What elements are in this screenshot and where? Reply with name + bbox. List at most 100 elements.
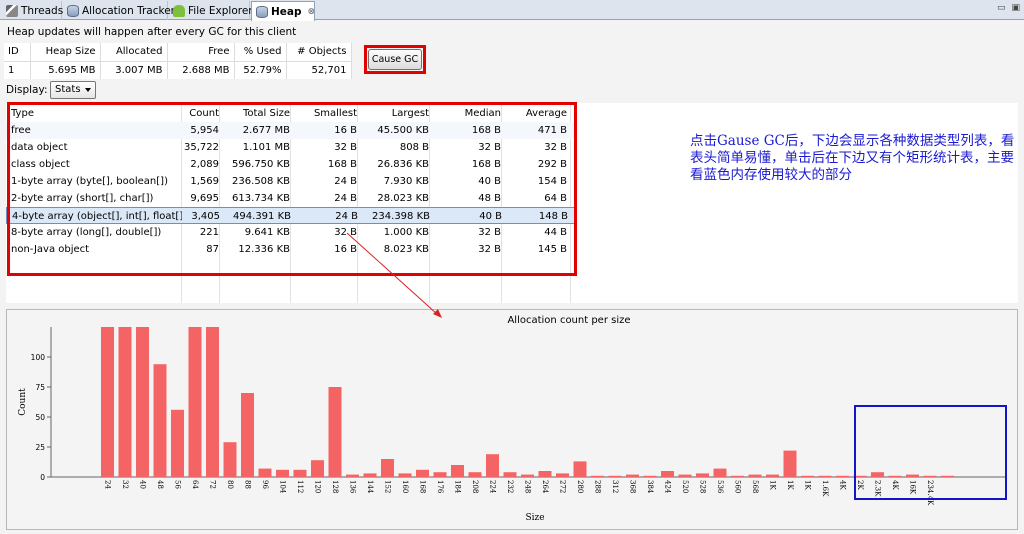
- maximize-icon[interactable]: ▣: [1011, 3, 1020, 13]
- x-tick-label: 128: [331, 480, 339, 493]
- x-tick-label: 32: [121, 480, 129, 489]
- chart-title: Allocation count per size: [507, 315, 630, 326]
- bar: [206, 327, 219, 477]
- x-tick-label: 64: [191, 480, 199, 489]
- x-tick-label: 56: [174, 480, 182, 489]
- bar: [591, 475, 604, 477]
- threads-icon: [6, 4, 18, 17]
- heap-stats-table: ID Heap Size Allocated Free % Used # Obj…: [4, 43, 352, 79]
- bar: [836, 475, 849, 477]
- tab-bar: Threads Allocation Tracker File Explorer…: [0, 0, 1024, 21]
- x-axis-title: Size: [525, 513, 544, 523]
- x-tick-label: 536: [716, 480, 724, 494]
- minimize-icon[interactable]: ▭: [997, 3, 1006, 13]
- stats-value: 2.688 MB: [167, 60, 235, 79]
- x-tick-label: 4K: [839, 480, 847, 490]
- x-tick-label: 24: [104, 480, 112, 489]
- heap-update-info: Heap updates will happen after every GC …: [7, 26, 297, 38]
- bar: [363, 473, 377, 477]
- bar: [433, 472, 447, 477]
- x-tick-label: 144: [366, 480, 374, 494]
- x-tick-label: 248: [524, 480, 532, 493]
- x-tick-label: 272: [559, 480, 567, 493]
- y-tick-label: 100: [31, 353, 46, 362]
- display-selected-value: Stats: [55, 84, 81, 95]
- bar: [293, 469, 307, 477]
- x-tick-label: 384: [646, 480, 654, 494]
- stats-value: 52,701: [286, 60, 352, 79]
- x-tick-label: 104: [279, 480, 287, 494]
- stats-header: # Objects: [286, 43, 352, 61]
- tab-threads[interactable]: Threads: [2, 1, 63, 20]
- bar: [556, 473, 569, 477]
- stats-header: Allocated: [100, 43, 168, 61]
- bar: [696, 473, 709, 477]
- stats-value: 1: [4, 60, 31, 79]
- x-tick-label: 176: [436, 480, 444, 494]
- bar: [713, 468, 727, 477]
- x-tick-label: 520: [681, 480, 689, 493]
- x-tick-label: 88: [244, 480, 252, 489]
- bar: [503, 472, 517, 477]
- bar: [573, 461, 587, 477]
- bar: [801, 475, 814, 477]
- bar: [118, 327, 132, 477]
- bar: [381, 459, 394, 477]
- stats-value: 52.79%: [234, 60, 287, 79]
- stats-value: 3.007 MB: [100, 60, 168, 79]
- bar: [416, 469, 429, 477]
- bar: [153, 364, 167, 477]
- x-tick-label: 424: [664, 480, 672, 494]
- tab-heap-label: Heap: [271, 5, 302, 18]
- bar: [258, 468, 272, 477]
- x-tick-label: 528: [699, 480, 707, 493]
- stats-header: Heap Size: [30, 43, 101, 61]
- bar: [818, 475, 832, 477]
- bar: [608, 475, 622, 477]
- bar: [188, 327, 202, 477]
- display-select[interactable]: Stats: [50, 81, 96, 99]
- tab-file-explorer[interactable]: File Explorer: [169, 1, 253, 20]
- y-tick-label: 25: [35, 443, 45, 452]
- x-tick-label: 1K: [786, 480, 794, 490]
- cylinder-icon: [256, 5, 268, 18]
- cylinder-icon: [67, 4, 79, 17]
- bar: [171, 409, 184, 477]
- bar: [748, 474, 762, 477]
- x-tick-label: 560: [734, 480, 742, 493]
- display-label: Display:: [6, 84, 48, 96]
- android-icon: [173, 4, 185, 17]
- tab-allocation-tracker-label: Allocation Tracker: [82, 4, 175, 17]
- x-tick-label: 168: [419, 480, 427, 493]
- x-tick-label: 1.6K: [821, 480, 829, 497]
- bar: [783, 450, 797, 477]
- tab-heap[interactable]: Heap ⊗: [251, 1, 315, 21]
- bar: [398, 473, 412, 477]
- stats-header: Free: [167, 43, 235, 61]
- x-tick-label: 40: [139, 480, 147, 489]
- bar: [241, 393, 254, 477]
- stats-value: 5.695 MB: [30, 60, 101, 79]
- y-axis-title: Count: [18, 388, 28, 416]
- stats-header: % Used: [234, 43, 287, 61]
- table-highlight: [7, 102, 577, 276]
- x-tick-label: 136: [349, 480, 357, 494]
- large-allocation-highlight: [854, 405, 1007, 500]
- bar: [538, 471, 552, 477]
- y-tick-label: 75: [35, 383, 45, 392]
- x-tick-label: 264: [541, 480, 549, 494]
- x-tick-label: 232: [506, 480, 514, 493]
- bar: [626, 474, 639, 477]
- stats-header: ID: [4, 43, 31, 61]
- x-tick-label: 72: [209, 480, 217, 489]
- tab-allocation-tracker[interactable]: Allocation Tracker: [63, 1, 175, 20]
- bar: [661, 471, 674, 477]
- bar: [678, 474, 692, 477]
- bar: [766, 474, 779, 477]
- x-tick-label: 280: [576, 480, 584, 493]
- close-icon[interactable]: ⊗: [308, 7, 316, 17]
- x-tick-label: 184: [454, 480, 462, 494]
- x-tick-label: 48: [156, 480, 164, 489]
- cause-gc-button[interactable]: Cause GC: [368, 49, 422, 70]
- x-tick-label: 288: [594, 480, 602, 493]
